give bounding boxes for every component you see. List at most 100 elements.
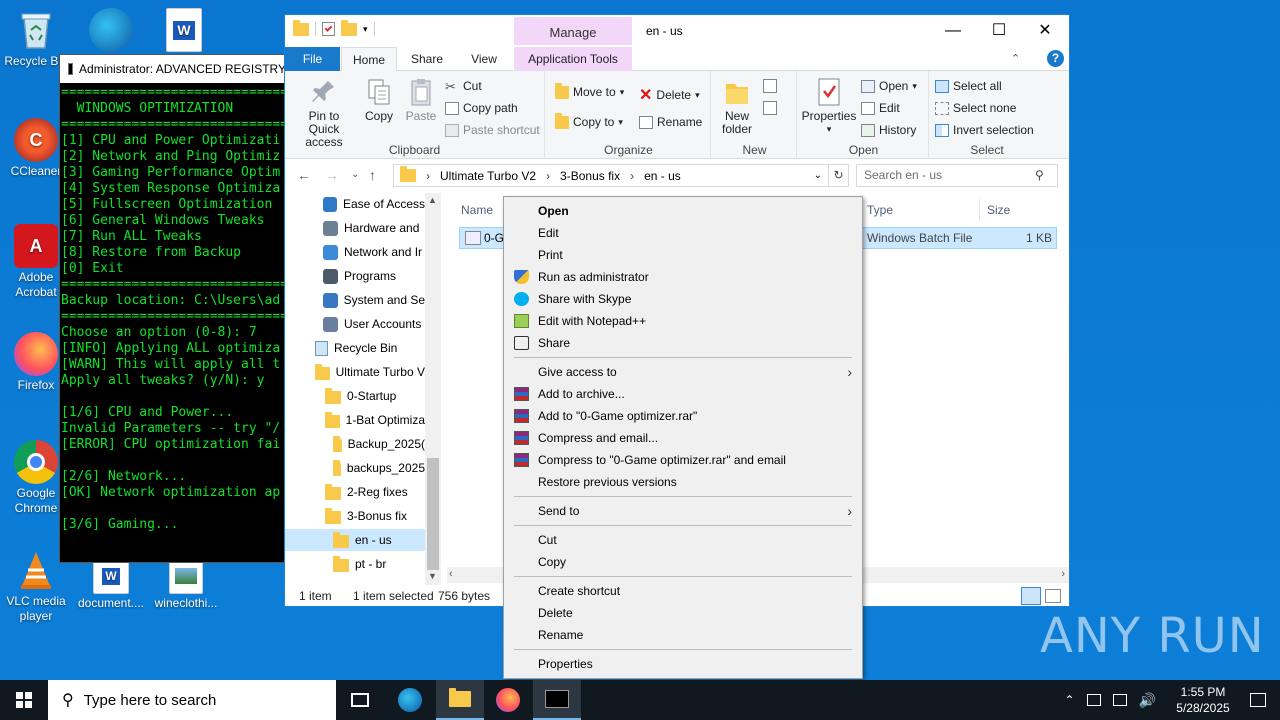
nav-item[interactable]: en - us — [285, 529, 425, 551]
delete-button[interactable]: ✕ Delete ▾ — [639, 85, 700, 105]
nav-item[interactable]: 3-Bonus fix — [285, 505, 425, 527]
menu-item-compress-and-email[interactable]: Compress and email... — [504, 427, 862, 449]
taskbar-cmd[interactable] — [533, 680, 581, 720]
nav-item[interactable]: Recycle Bin — [285, 337, 425, 359]
desktop-icon-edge[interactable] — [75, 8, 147, 54]
nav-scrollbar[interactable]: ▲ ▼ — [425, 193, 441, 585]
volume-icon[interactable]: 🔊 — [1139, 692, 1156, 709]
menu-item-edit-with-notepad[interactable]: Edit with Notepad++ — [504, 310, 862, 332]
details-view-icon[interactable] — [1021, 587, 1041, 605]
edit-button[interactable]: Edit — [861, 101, 900, 115]
taskbar-file-explorer[interactable] — [436, 680, 484, 720]
navigation-pane[interactable]: Ease of Access Hardware and Network and Ir… — [285, 193, 441, 585]
nav-item[interactable]: Backup_2025( — [285, 433, 425, 455]
nav-item[interactable]: Hardware and — [285, 217, 425, 239]
new-item-icon[interactable] — [763, 79, 777, 93]
clock[interactable]: 1:55 PM 5/28/2025 — [1166, 684, 1240, 716]
close-button[interactable]: ✕ — [1022, 15, 1068, 46]
scroll-down-icon[interactable]: ▼ — [428, 571, 437, 581]
nav-item[interactable]: Ultimate Turbo V — [285, 361, 425, 383]
pin-quick-access-button[interactable]: Pin to Quick access — [289, 77, 359, 149]
menu-item-cut[interactable]: Cut — [504, 529, 862, 551]
column-name[interactable]: Name — [461, 203, 493, 217]
cmd-output[interactable]: ================================= WINDOW… — [60, 83, 286, 533]
breadcrumb-item[interactable]: Ultimate Turbo V2 — [440, 169, 536, 183]
tab-share[interactable]: Share — [401, 47, 453, 71]
move-to-button[interactable]: Move to ▾ — [555, 82, 624, 99]
back-button[interactable]: ← — [297, 167, 311, 183]
menu-item-give-access-to[interactable]: Give access to › — [504, 361, 862, 383]
menu-item-add-to-archive[interactable]: Add to archive... — [504, 383, 862, 405]
copy-to-button[interactable]: Copy to ▾ — [555, 112, 623, 129]
start-button[interactable] — [0, 680, 48, 720]
copy-button[interactable]: Copy — [359, 77, 399, 123]
menu-item-properties[interactable]: Properties — [504, 653, 862, 675]
menu-item-open[interactable]: Open — [504, 200, 862, 222]
network-icon[interactable] — [1086, 694, 1101, 706]
up-button[interactable]: ↑ — [369, 167, 376, 183]
new-folder-button[interactable]: New folder — [717, 77, 757, 136]
history-button[interactable]: History — [861, 123, 916, 137]
minimize-button[interactable]: — — [930, 15, 976, 46]
tab-view[interactable]: View — [459, 47, 509, 71]
breadcrumb-item[interactable]: 3-Bonus fix — [560, 169, 620, 183]
menu-item-edit[interactable]: Edit — [504, 222, 862, 244]
properties-qat-icon[interactable] — [322, 22, 335, 36]
large-icons-view-icon[interactable] — [1045, 589, 1061, 603]
nav-scrollbar-thumb[interactable] — [427, 458, 439, 570]
nav-item[interactable]: pt - br — [285, 553, 425, 575]
ribbon-collapse-icon[interactable]: ⌃ — [1011, 52, 1020, 65]
menu-item-share-with-skype[interactable]: Share with Skype — [504, 288, 862, 310]
menu-item-compress-to-0-game-optimizer-rar-and-email[interactable]: Compress to "0-Game optimizer.rar" and e… — [504, 449, 862, 471]
forward-button[interactable]: → — [325, 167, 339, 183]
address-bar[interactable]: › Ultimate Turbo V2 › 3-Bonus fix › en -… — [393, 164, 829, 187]
nav-item[interactable]: 0-Startup — [285, 385, 425, 407]
tab-home[interactable]: Home — [341, 47, 397, 72]
desktop-icon-document[interactable]: W document.... — [75, 558, 147, 611]
qat-dropdown-icon[interactable]: ▾ — [363, 24, 368, 35]
new-folder-qat-icon[interactable] — [341, 19, 357, 36]
menu-item-create-shortcut[interactable]: Create shortcut — [504, 580, 862, 602]
refresh-button[interactable]: ↻ — [829, 164, 849, 187]
paste-shortcut-button[interactable]: Paste shortcut — [445, 123, 540, 137]
open-button[interactable]: Open ▾ — [861, 79, 917, 93]
copy-path-button[interactable]: Copy path — [445, 101, 518, 115]
cmd-titlebar[interactable]: Administrator: ADVANCED REGISTRY — [60, 55, 286, 83]
nav-item[interactable]: Network and Ir — [285, 241, 425, 263]
explorer-titlebar[interactable]: ▾ Manage en - us — ☐ ✕ — [285, 15, 1069, 47]
tab-file[interactable]: File — [285, 47, 340, 71]
scroll-left-icon[interactable]: ‹ — [449, 568, 453, 580]
task-view-button[interactable] — [336, 680, 384, 720]
menu-item-restore-previous-versions[interactable]: Restore previous versions — [504, 471, 862, 493]
easy-access-icon[interactable] — [763, 101, 777, 115]
column-size[interactable]: Size — [987, 203, 1010, 217]
select-all-button[interactable]: Select all — [935, 79, 1002, 93]
search-input[interactable]: Search en - us — [856, 164, 1058, 187]
nav-item[interactable]: Ease of Access — [285, 193, 425, 215]
menu-item-copy[interactable]: Copy — [504, 551, 862, 573]
column-type[interactable]: Type — [867, 203, 893, 217]
nav-item[interactable]: 1-Bat Optimiza — [285, 409, 425, 431]
select-none-button[interactable]: Select none — [935, 101, 1016, 115]
nav-item[interactable]: User Accounts — [285, 313, 425, 335]
desktop-icon-wineclothing[interactable]: wineclothi... — [150, 558, 222, 611]
cut-button[interactable]: ✂ Cut — [445, 79, 482, 93]
scroll-up-icon[interactable]: ▲ — [428, 195, 437, 205]
breadcrumb-item[interactable]: en - us — [644, 169, 681, 183]
notifications-icon[interactable] — [1250, 693, 1266, 707]
recent-locations-button[interactable]: ⌄ — [351, 169, 359, 180]
nav-item[interactable]: backups_2025 — [285, 457, 425, 479]
cmd-window[interactable]: Administrator: ADVANCED REGISTRY =======… — [59, 54, 287, 563]
network-status-icon[interactable] — [1112, 694, 1127, 706]
context-menu[interactable]: Open Edit Print Run as administrator Share w… — [503, 196, 863, 679]
menu-item-rename[interactable]: Rename — [504, 624, 862, 646]
taskbar-edge[interactable] — [386, 680, 434, 720]
invert-selection-button[interactable]: Invert selection — [935, 123, 1034, 137]
rename-button[interactable]: Rename — [639, 115, 702, 129]
help-icon[interactable]: ? — [1047, 50, 1064, 67]
menu-item-print[interactable]: Print — [504, 244, 862, 266]
properties-button[interactable]: Properties ▾ — [799, 77, 859, 136]
maximize-button[interactable]: ☐ — [976, 15, 1022, 46]
show-hidden-icons-icon[interactable]: ⌃ — [1065, 693, 1075, 707]
menu-item-run-as-administrator[interactable]: Run as administrator — [504, 266, 862, 288]
